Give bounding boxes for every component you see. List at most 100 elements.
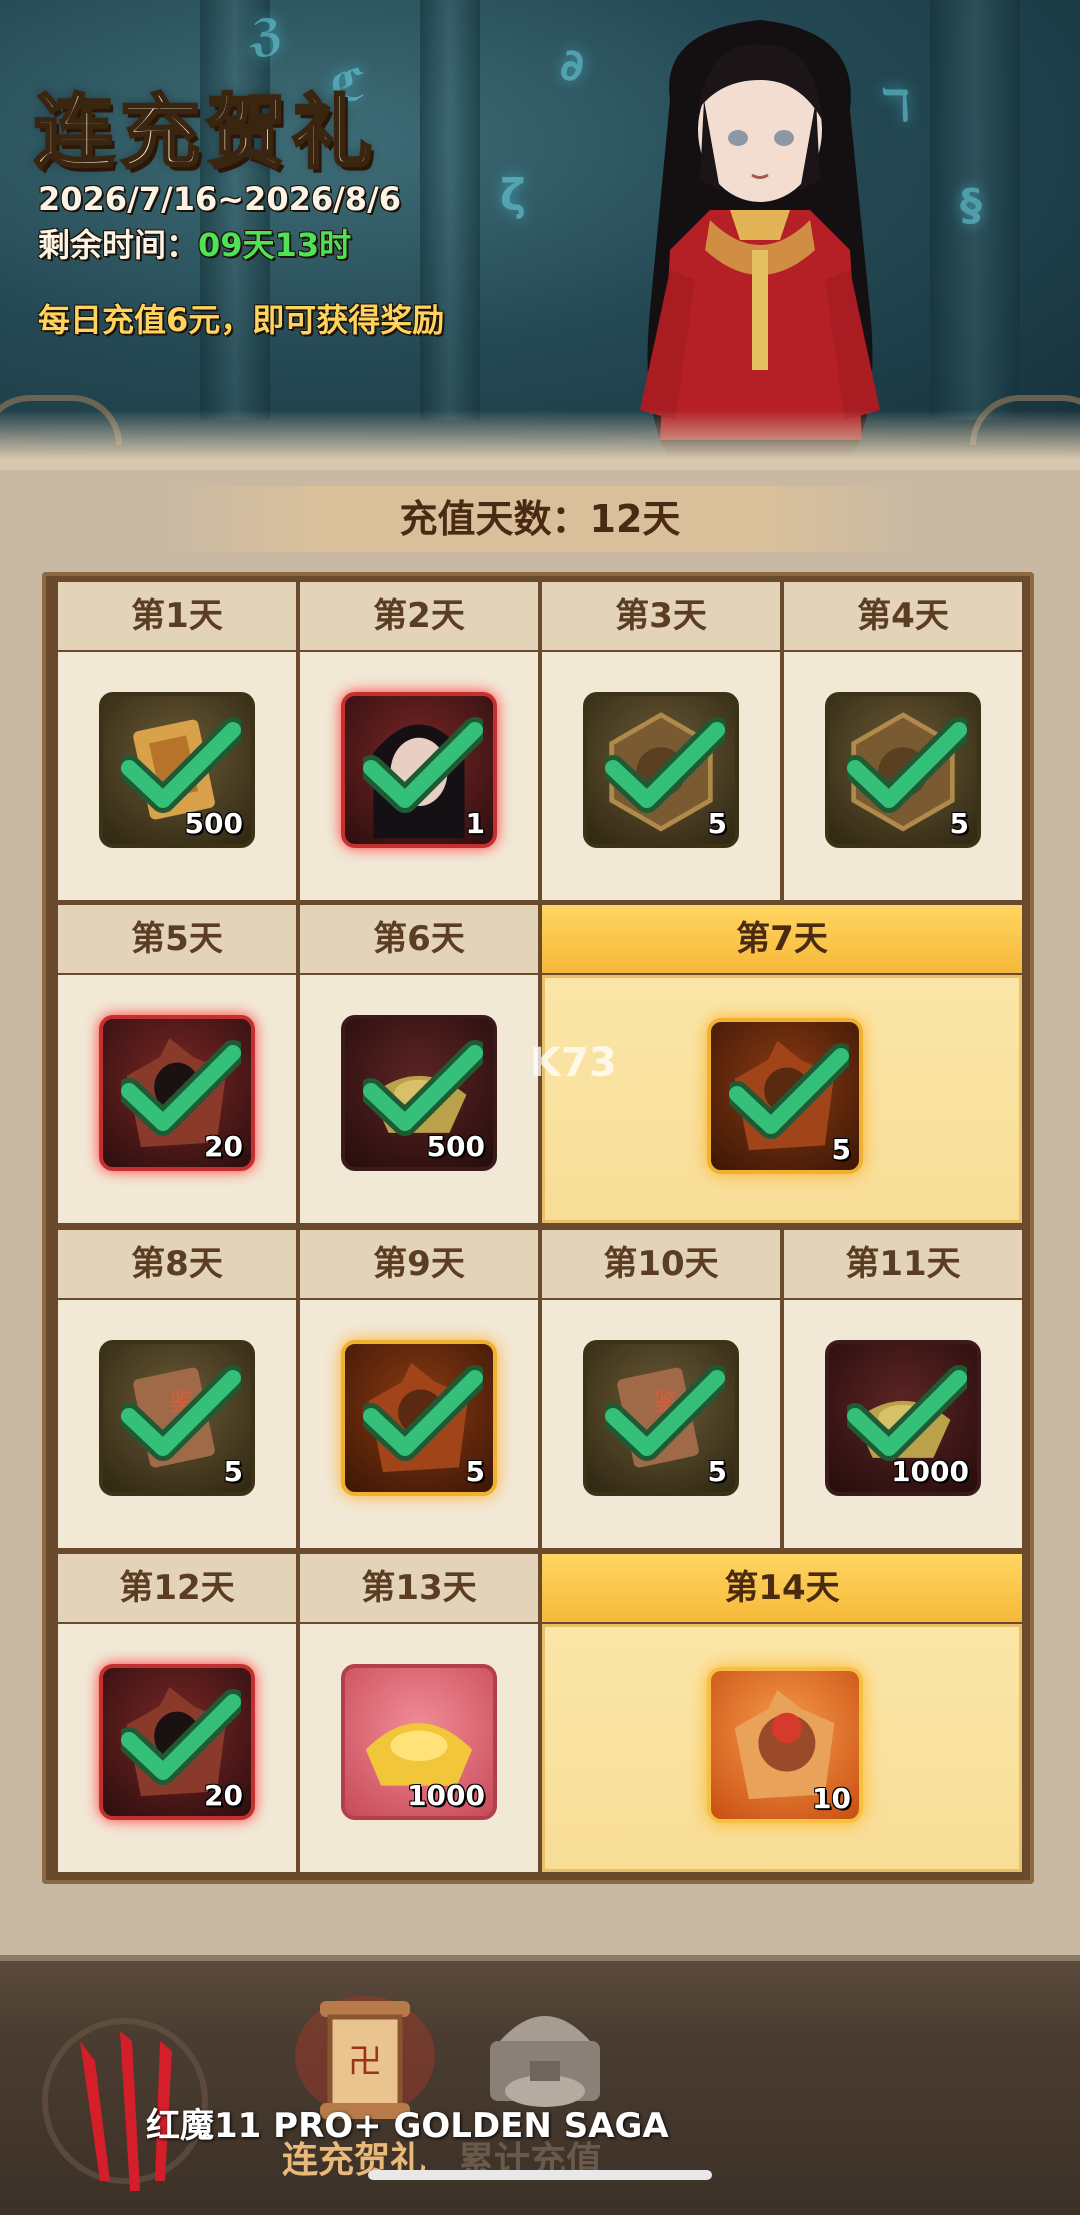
claimed-check-icon xyxy=(847,1365,967,1461)
reward-day-cell[interactable]: 第14天 10 xyxy=(542,1554,1022,1872)
remaining-time-label: 剩余时间： xyxy=(38,226,199,264)
reward-item[interactable]: 1 xyxy=(341,692,497,848)
reward-item[interactable]: 鉴5 xyxy=(99,1340,255,1496)
reward-item[interactable]: 5 xyxy=(825,692,981,848)
reward-day-label: 第9天 xyxy=(300,1230,538,1298)
claimed-check-icon xyxy=(605,717,725,813)
reward-count: 5 xyxy=(223,1455,243,1488)
reward-count: 500 xyxy=(426,1130,485,1163)
reward-day-body: 20 xyxy=(58,1624,296,1872)
reward-item[interactable]: 1000 xyxy=(825,1340,981,1496)
glowing-rune-icon: ζ xyxy=(500,170,526,221)
reward-count: 5 xyxy=(707,1455,727,1488)
reward-item[interactable]: 20 xyxy=(99,1664,255,1820)
reward-day-body: 500 xyxy=(300,975,538,1223)
reward-day-body: 鉴5 xyxy=(542,1300,780,1548)
reward-day-body: 5 xyxy=(542,975,1022,1223)
reward-count: 20 xyxy=(204,1779,243,1812)
glowing-rune-icon: ℨ xyxy=(250,10,284,61)
reward-day-label: 第12天 xyxy=(58,1554,296,1622)
claimed-check-icon xyxy=(363,1365,483,1461)
reward-day-label: 第2天 xyxy=(300,582,538,650)
reward-item[interactable]: 10 xyxy=(707,1667,863,1823)
reward-day-body: 5 xyxy=(300,1300,538,1548)
reward-day-label: 第4天 xyxy=(784,582,1022,650)
reward-day-label: 第11天 xyxy=(784,1230,1022,1298)
reward-day-label: 第6天 xyxy=(300,905,538,973)
svg-text:卍: 卍 xyxy=(348,2042,382,2082)
reward-item[interactable]: 5 xyxy=(341,1340,497,1496)
claimed-check-icon xyxy=(121,717,241,813)
reward-count: 1000 xyxy=(891,1455,969,1488)
reward-day-cell[interactable]: 第6天 500 xyxy=(300,905,538,1223)
background-pillar xyxy=(420,0,480,420)
glowing-rune-icon: ∂ xyxy=(560,40,584,91)
reward-day-cell[interactable]: 第12天 20 xyxy=(58,1554,296,1872)
reward-day-body: 5 xyxy=(542,652,780,900)
event-banner: ℨ ℭ ∂ ℸ § ζ 连充贺礼 2026/7/16~2026/8/6 剩余时间… xyxy=(0,0,1080,470)
reward-day-cell[interactable]: 第11天 1000 xyxy=(784,1230,1022,1548)
reward-count: 5 xyxy=(465,1455,485,1488)
reward-item[interactable]: 5 xyxy=(583,692,739,848)
reward-item[interactable]: 1000 xyxy=(341,1664,497,1820)
reward-day-cell[interactable]: 第10天鉴 5 xyxy=(542,1230,780,1548)
reward-item[interactable]: 500 xyxy=(99,692,255,848)
reward-day-label: 第14天 xyxy=(542,1554,1022,1622)
reward-item[interactable]: 5 xyxy=(707,1018,863,1174)
reward-day-label: 第5天 xyxy=(58,905,296,973)
reward-day-body: 5 xyxy=(784,652,1022,900)
claimed-check-icon xyxy=(363,1040,483,1136)
reward-day-label: 第8天 xyxy=(58,1230,296,1298)
reward-day-body: 1 xyxy=(300,652,538,900)
event-date-range: 2026/7/16~2026/8/6 xyxy=(38,180,402,218)
remaining-time-value: 09天13时 xyxy=(198,226,352,264)
reward-day-label: 第13天 xyxy=(300,1554,538,1622)
reward-item[interactable]: 20 xyxy=(99,1015,255,1171)
reward-day-body: 10 xyxy=(542,1624,1022,1872)
recharge-days-counter: 充值天数：12天 xyxy=(170,486,910,552)
banner-fade xyxy=(0,410,1080,470)
claimed-check-icon xyxy=(847,717,967,813)
reward-day-cell[interactable]: 第3天 5 xyxy=(542,582,780,900)
claimed-check-icon xyxy=(363,717,483,813)
reward-day-body: 1000 xyxy=(300,1624,538,1872)
reward-count: 5 xyxy=(707,807,727,840)
reward-day-cell[interactable]: 第9天 5 xyxy=(300,1230,538,1548)
reward-day-cell[interactable]: 第8天鉴 5 xyxy=(58,1230,296,1548)
reward-count: 10 xyxy=(812,1782,851,1815)
claimed-check-icon xyxy=(121,1040,241,1136)
reward-day-body: 20 xyxy=(58,975,296,1223)
reward-day-label: 第1天 xyxy=(58,582,296,650)
reward-day-label: 第10天 xyxy=(542,1230,780,1298)
reward-count: 500 xyxy=(184,807,243,840)
reward-day-cell[interactable]: 第5天 20 xyxy=(58,905,296,1223)
reward-day-body: 1000 xyxy=(784,1300,1022,1548)
reward-day-body: 鉴5 xyxy=(58,1300,296,1548)
reward-day-label: 第3天 xyxy=(542,582,780,650)
reward-day-cell[interactable]: 第4天 5 xyxy=(784,582,1022,900)
claimed-check-icon xyxy=(729,1043,849,1139)
claimed-check-icon xyxy=(121,1365,241,1461)
home-indicator[interactable] xyxy=(368,2170,712,2180)
device-watermark: 红魔11 PRO+ GOLDEN SAGA xyxy=(146,2106,669,2146)
reward-day-body: 500 xyxy=(58,652,296,900)
site-watermark: K73 xyxy=(530,1040,617,1086)
reward-count: 1 xyxy=(465,807,485,840)
reward-day-cell[interactable]: 第1天 500 xyxy=(58,582,296,900)
reward-count: 5 xyxy=(831,1133,851,1166)
reward-count: 5 xyxy=(949,807,969,840)
reward-count: 20 xyxy=(204,1130,243,1163)
character-illustration xyxy=(640,20,880,460)
remaining-time: 剩余时间：09天13时 xyxy=(38,220,351,266)
reward-day-label: 第7天 xyxy=(542,905,1022,973)
reward-day-cell[interactable]: 第13天 1000 xyxy=(300,1554,538,1872)
glowing-rune-icon: § xyxy=(960,180,982,231)
reward-day-cell[interactable]: 第2天 1 xyxy=(300,582,538,900)
reward-count: 1000 xyxy=(407,1779,485,1812)
reward-item[interactable]: 500 xyxy=(341,1015,497,1171)
claimed-check-icon xyxy=(605,1365,725,1461)
event-rule: 每日充值6元，即可获得奖励 xyxy=(38,301,445,339)
claimed-check-icon xyxy=(121,1689,241,1785)
event-title: 连充贺礼 xyxy=(33,85,378,181)
reward-item[interactable]: 鉴5 xyxy=(583,1340,739,1496)
